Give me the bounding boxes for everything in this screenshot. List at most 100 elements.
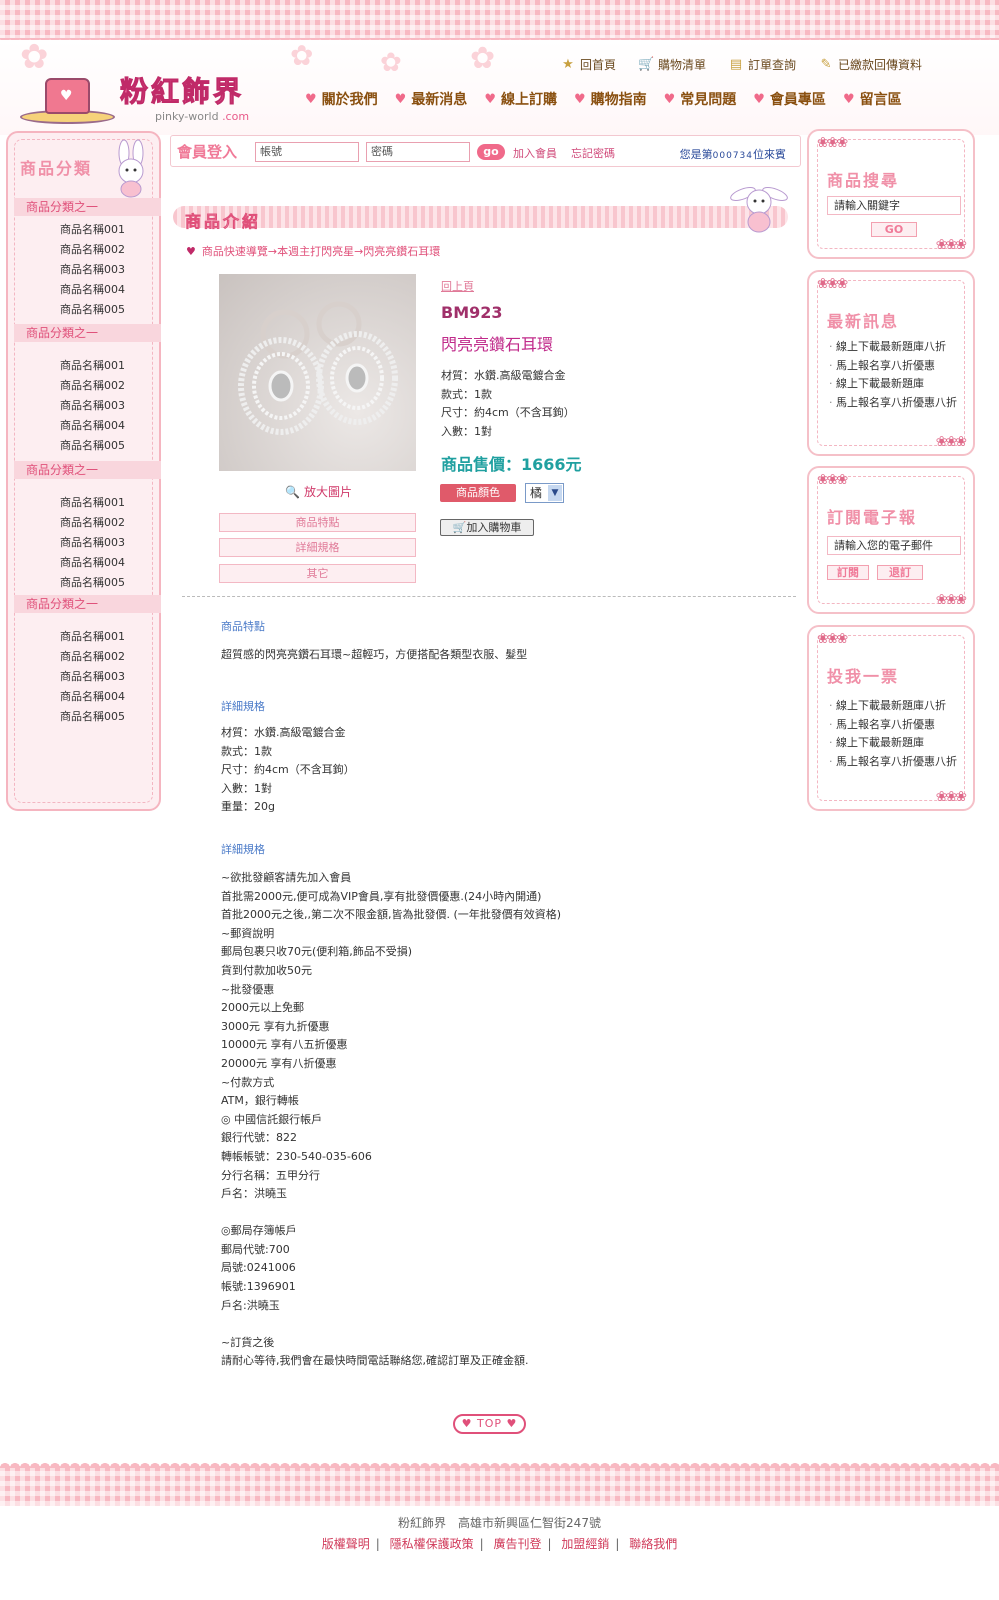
flower-decoration: ✿ — [380, 48, 402, 78]
footer-link[interactable]: 廣告刊登 — [493, 1537, 541, 1551]
search-go-button[interactable]: GO — [871, 222, 917, 237]
subscribe-button[interactable]: 訂閱 — [827, 565, 869, 580]
heart-icon: ♥ — [305, 91, 317, 107]
nav-order[interactable]: ♥ 線上訂購 — [484, 89, 557, 109]
zoom-image-link[interactable]: 🔍 放大圖片 — [285, 483, 352, 500]
nav-guestbook[interactable]: ♥ 留言區 — [843, 89, 902, 109]
flower-icon: ❀❀❀ — [935, 434, 967, 450]
news-item[interactable]: 馬上報名享八折優惠 — [829, 357, 935, 373]
payment-report-link[interactable]: ✎ 已繳款回傳資料 — [818, 56, 922, 73]
news-item[interactable]: 馬上報名享八折優惠八折 — [829, 394, 957, 410]
flower-icon: ❀❀❀ — [935, 789, 967, 805]
news-item[interactable]: 線上下載最新題庫八折 — [829, 338, 946, 354]
category-heading[interactable]: 商品分類之一 — [14, 461, 161, 479]
logo-subtitle: pinky-world .com — [155, 110, 250, 123]
detail-line: 戶名:洪曉玉 — [221, 1298, 280, 1312]
category-item[interactable]: 商品名稱001 — [14, 356, 161, 376]
footer-link[interactable]: 加盟經銷 — [561, 1537, 609, 1551]
category-item[interactable]: 商品名稱004 — [14, 280, 161, 300]
logo-title[interactable]: 粉紅飾界 — [119, 70, 244, 110]
product-spec: 尺寸：約4cm（不含耳鉤） — [441, 406, 575, 419]
category-item[interactable]: 商品名稱004 — [14, 687, 161, 707]
password-input[interactable]: 密碼 — [366, 142, 470, 162]
nav-guide[interactable]: ♥ 購物指南 — [574, 89, 647, 109]
detail-line: ~欲批發顧客請先加入會員 — [221, 871, 352, 884]
back-to-top-button[interactable]: ♥ TOP ♥ — [453, 1414, 526, 1434]
category-item[interactable]: 商品名稱004 — [14, 553, 161, 573]
category-item[interactable]: 商品名稱003 — [14, 667, 161, 687]
category-item[interactable]: 商品名稱001 — [14, 627, 161, 647]
features-heading: 商品特點 — [221, 620, 265, 633]
star-icon: ★ — [562, 56, 574, 72]
flower-icon: ❀❀❀ — [935, 237, 967, 253]
detail-line: 分行名稱：五甲分行 — [221, 1168, 320, 1182]
product-search-box: ❀❀❀ ❀❀❀ 商品搜尋 請輸入關鍵字 GO — [807, 129, 975, 259]
category-item[interactable]: 商品名稱003 — [14, 533, 161, 553]
nav-about[interactable]: ♥ 關於我們 — [305, 89, 378, 109]
feature-text: 超質感的閃亮亮鑽石耳環~超輕巧，方便搭配各類型衣服、髮型 — [221, 648, 528, 661]
nav-faq[interactable]: ♥ 常見問題 — [664, 89, 737, 109]
category-item[interactable]: 商品名稱005 — [14, 436, 161, 456]
product-image[interactable] — [219, 274, 416, 471]
vote-item[interactable]: 線上下載最新題庫八折 — [829, 697, 946, 713]
detail-line — [221, 1315, 561, 1334]
join-member-link[interactable]: 加入會員 — [513, 145, 557, 161]
category-item[interactable]: 商品名稱005 — [14, 300, 161, 320]
category-item[interactable]: 商品名稱002 — [14, 376, 161, 396]
detail-line: 帳號:1396901 — [221, 1280, 296, 1294]
footer-link[interactable]: 版權聲明 — [322, 1537, 370, 1551]
category-item[interactable]: 商品名稱001 — [14, 220, 161, 240]
login-go-button[interactable]: go — [477, 144, 505, 160]
tab-features[interactable]: 商品特點 — [219, 513, 416, 532]
tab-other[interactable]: 其它 — [219, 564, 416, 583]
back-link[interactable]: 回上頁 — [441, 278, 474, 294]
add-to-cart-button[interactable]: 🛒加入購物車 — [440, 519, 534, 536]
news-item[interactable]: 線上下載最新題庫 — [829, 375, 924, 391]
nav-news[interactable]: ♥ 最新消息 — [395, 89, 468, 109]
detail-line: 首批2000元之後,,第二次不限金額,皆為批發價. (一年批發價有效資格) — [221, 908, 562, 922]
account-input[interactable]: 帳號 — [255, 142, 359, 162]
category-heading[interactable]: 商品分類之一 — [14, 324, 161, 342]
detail-line: 3000元 享有九折優惠 — [221, 1019, 330, 1033]
nav-member[interactable]: ♥ 會員專區 — [753, 89, 826, 109]
forgot-password-link[interactable]: 忘記密碼 — [571, 145, 615, 161]
category-item[interactable]: 商品名稱004 — [14, 416, 161, 436]
product-spec: 材質：水鑽.高級電鍍合金 — [441, 369, 566, 382]
category-item[interactable]: 商品名稱002 — [14, 647, 161, 667]
color-select[interactable]: 橘 ▼ — [525, 483, 564, 503]
home-link[interactable]: ★ 回首頁 — [560, 56, 616, 73]
category-group: 商品分類之一 商品名稱001 商品名稱002 商品名稱003 商品名稱004 商… — [14, 198, 161, 320]
email-input[interactable]: 請輸入您的電子郵件 — [827, 536, 961, 555]
tab-specs[interactable]: 詳細規格 — [219, 538, 416, 557]
category-item[interactable]: 商品名稱005 — [14, 573, 161, 593]
order-query-link[interactable]: ▤ 訂單查詢 — [728, 56, 796, 73]
detail-line: ~訂貨之後 — [221, 1335, 275, 1349]
footer-link[interactable]: 隱私權保護政策 — [390, 1537, 474, 1551]
category-item[interactable]: 商品名稱001 — [14, 493, 161, 513]
cart-list-link[interactable]: 🛒 購物清單 — [638, 56, 706, 73]
product-code: BM923 — [441, 303, 503, 322]
vote-box: ❀❀❀ ❀❀❀ 投我一票 線上下載最新題庫八折 馬上報名享八折優惠 線上下載最新… — [807, 625, 975, 811]
category-group: 商品分類之一 商品名稱001 商品名稱002 商品名稱003 商品名稱004 商… — [14, 324, 161, 456]
footer-link[interactable]: 聯絡我們 — [629, 1537, 677, 1551]
category-item[interactable]: 商品名稱003 — [14, 260, 161, 280]
category-item[interactable]: 商品名稱002 — [14, 513, 161, 533]
color-label: 商品顏色 — [440, 484, 516, 502]
divider — [182, 596, 796, 597]
category-item[interactable]: 商品名稱003 — [14, 396, 161, 416]
search-input[interactable]: 請輸入關鍵字 — [827, 196, 961, 215]
vote-item[interactable]: 馬上報名享八折優惠 — [829, 716, 935, 732]
detail-line: 請耐心等待,我們會在最快時間電話聯絡您,確認訂單及正確金額. — [221, 1354, 529, 1368]
category-heading[interactable]: 商品分類之一 — [14, 198, 161, 216]
logo-icon[interactable]: ♥ — [20, 70, 115, 130]
sidebar-title: 商品分類 — [20, 159, 93, 178]
category-item[interactable]: 商品名稱005 — [14, 707, 161, 727]
category-item[interactable]: 商品名稱002 — [14, 240, 161, 260]
category-heading[interactable]: 商品分類之一 — [14, 595, 161, 613]
flower-decoration: ✿ — [20, 37, 49, 77]
category-group: 商品分類之一 商品名稱001 商品名稱002 商品名稱003 商品名稱004 商… — [14, 461, 161, 593]
vote-item[interactable]: 馬上報名享八折優惠八折 — [829, 753, 957, 769]
vote-item[interactable]: 線上下載最新題庫 — [829, 734, 924, 750]
unsubscribe-button[interactable]: 退訂 — [877, 565, 923, 580]
detail-line: 款式：1款 — [221, 744, 272, 758]
